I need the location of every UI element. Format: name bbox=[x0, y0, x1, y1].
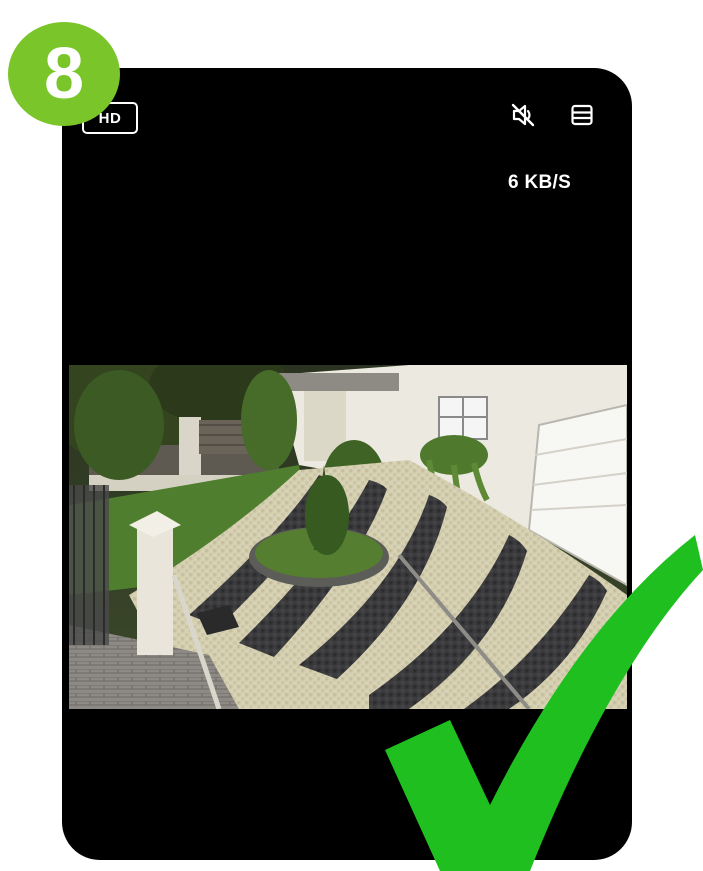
stream-bitrate: 6 KB/S bbox=[508, 172, 572, 193]
step-number: 8 bbox=[43, 34, 85, 114]
instruction-illustration: HD 6 KB/S 8 bbox=[0, 0, 703, 871]
speaker-muted-icon bbox=[510, 102, 536, 133]
checkmark-icon bbox=[380, 530, 703, 871]
panel-menu-icon bbox=[570, 103, 594, 132]
layout-menu-button[interactable] bbox=[565, 100, 599, 134]
step-number-badge: 8 bbox=[8, 22, 120, 126]
mute-button[interactable] bbox=[506, 100, 540, 134]
